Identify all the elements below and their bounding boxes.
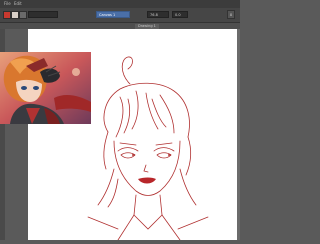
toolbar: Canvas 1 76.8 0.0 X [0,8,240,23]
mode-button[interactable]: X [227,10,235,19]
sub-color-swatch[interactable] [11,11,19,19]
zoom-field[interactable]: 76.8 [147,11,169,18]
rotate-field[interactable]: 0.0 [172,11,188,18]
brush-size-field[interactable] [28,11,58,18]
mouth-shape [138,177,156,184]
main-color-swatch[interactable] [3,11,11,19]
menu-bar: File Edit [0,0,240,8]
menu-file[interactable]: File [4,1,11,6]
tool-button[interactable] [19,11,27,19]
reference-illustration [0,52,91,124]
menu-edit[interactable]: Edit [14,1,22,6]
vertical-scrollbar[interactable] [237,29,240,240]
canvas-selector[interactable]: Canvas 1 [96,11,130,18]
reference-image [0,52,91,124]
